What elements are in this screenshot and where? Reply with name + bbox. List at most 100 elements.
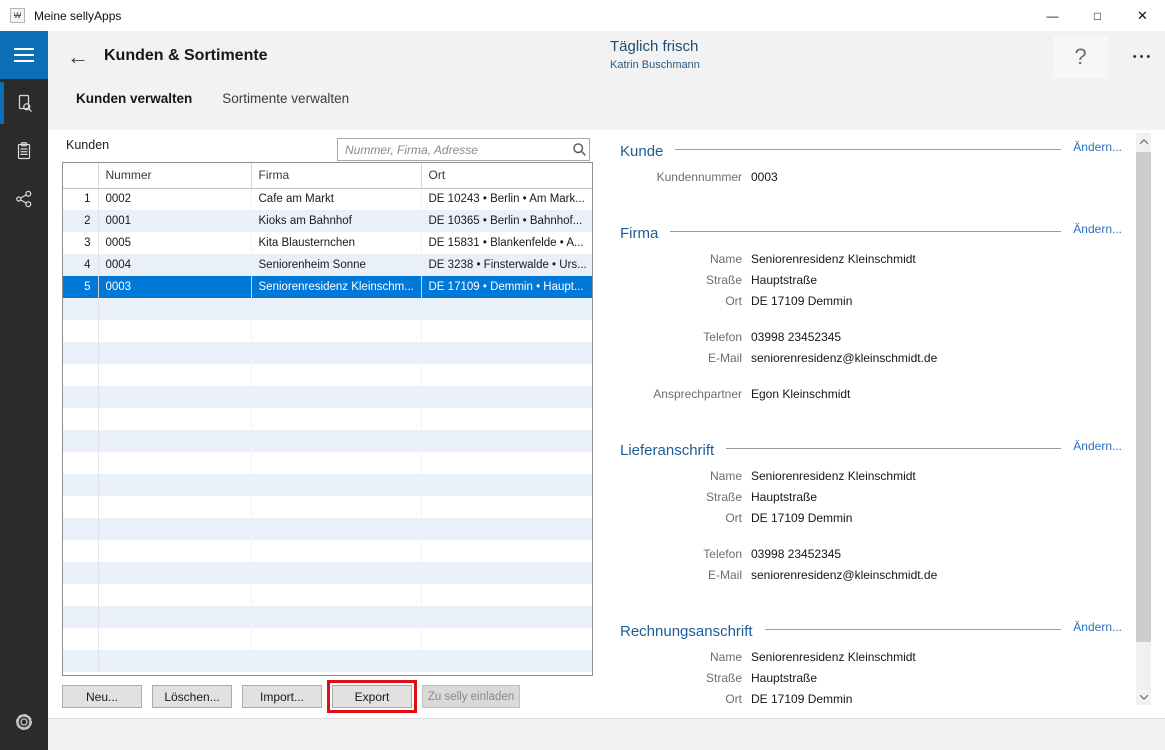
field-value: 0003: [751, 167, 778, 188]
detail-section-firma: FirmaÄndern...NameSeniorenresidenz Klein…: [620, 222, 1122, 405]
import-button[interactable]: Import...: [242, 685, 322, 708]
scrollbar-thumb[interactable]: [1136, 152, 1151, 642]
field-value: DE 17109 Demmin: [751, 291, 852, 312]
detail-row: AnsprechpartnerEgon Kleinschmidt: [620, 384, 1122, 405]
detail-row: StraßeHauptstraße: [620, 270, 1122, 291]
menu-button[interactable]: [0, 31, 48, 79]
chevron-down-icon: [1139, 691, 1147, 699]
field-value: seniorenresidenz@kleinschmidt.de: [751, 565, 937, 586]
footer-bar: [48, 718, 1165, 750]
question-mark-icon: ?: [1074, 44, 1086, 70]
invite-button: Zu selly einladen: [422, 685, 520, 708]
app-header: ← Kunden & Sortimente Täglich frisch Kat…: [48, 31, 1165, 130]
cell-ort: DE 17109 • Demmin • Haupt...: [421, 276, 592, 298]
table-row[interactable]: 10002Cafe am MarktDE 10243 • Berlin • Am…: [63, 188, 592, 210]
search-input[interactable]: [338, 143, 569, 157]
aendern-link-rechnungsanschrift[interactable]: Ändern...: [1073, 620, 1122, 635]
customers-icon: [13, 92, 35, 114]
aendern-link-lieferanschrift[interactable]: Ändern...: [1073, 439, 1122, 454]
more-button[interactable]: •••: [1126, 36, 1160, 78]
new-button[interactable]: Neu...: [62, 685, 142, 708]
field-value: Hauptstraße: [751, 270, 817, 291]
row-index: 3: [63, 232, 98, 254]
row-index: 5: [63, 276, 98, 298]
table-empty-row: [63, 650, 592, 672]
detail-row: OrtDE 17109 Demmin: [620, 689, 1122, 710]
clipboard-icon: [13, 140, 35, 162]
table-row[interactable]: 20001Kioks am BahnhofDE 10365 • Berlin •…: [63, 210, 592, 232]
account-info[interactable]: Täglich frisch Katrin Buschmann: [610, 38, 700, 71]
field-value: 03998 23452345: [751, 327, 841, 348]
field-value: DE 17109 Demmin: [751, 689, 852, 710]
detail-panel: Kunde Ändern... Kundennummer 0003 FirmaÄnder…: [620, 140, 1122, 718]
cell-firma: Kita Blausternchen: [251, 232, 421, 254]
cell-ort: DE 10365 • Berlin • Bahnhof...: [421, 210, 592, 232]
back-button[interactable]: ←: [64, 43, 92, 71]
aendern-link-kunde[interactable]: Ändern...: [1073, 140, 1122, 155]
detail-row: NameSeniorenresidenz Kleinschmidt: [620, 466, 1122, 487]
delete-button[interactable]: Löschen...: [152, 685, 232, 708]
cell-nummer: 0003: [98, 276, 251, 298]
tab-kunden-verwalten[interactable]: Kunden verwalten: [76, 91, 192, 106]
table-empty-row: [63, 518, 592, 540]
help-button[interactable]: ?: [1053, 36, 1108, 78]
cell-nummer: 0001: [98, 210, 251, 232]
settings-button[interactable]: [0, 698, 48, 746]
section-title: Rechnungsanschrift: [620, 621, 753, 642]
detail-scrollbar[interactable]: [1136, 133, 1151, 705]
detail-row: NameSeniorenresidenz Kleinschmidt: [620, 249, 1122, 270]
content-area: Kunden Nummer Firma Ort: [48, 130, 1165, 718]
table-actions: Neu... Löschen... Import... Export Zu selly …: [62, 685, 520, 708]
col-firma[interactable]: Firma: [251, 163, 421, 188]
main-area: ← Kunden & Sortimente Täglich frisch Kat…: [48, 31, 1165, 750]
sidebar-item-share[interactable]: [0, 175, 48, 223]
customer-search: [337, 138, 590, 161]
sidebar-item-customers[interactable]: [0, 79, 48, 127]
account-name: Täglich frisch: [610, 38, 700, 55]
table-empty-row: [63, 496, 592, 518]
field-label: Telefon: [620, 327, 742, 348]
field-value: Seniorenresidenz Kleinschmidt: [751, 647, 916, 668]
field-label: Ort: [620, 291, 742, 312]
col-rownum[interactable]: [63, 163, 98, 188]
col-nummer[interactable]: Nummer: [98, 163, 251, 188]
field-value: Seniorenresidenz Kleinschmidt: [751, 466, 916, 487]
section-divider: [670, 231, 1061, 232]
close-button[interactable]: ✕: [1120, 0, 1165, 31]
page-title: Kunden & Sortimente: [104, 47, 268, 65]
field-label: Telefon: [620, 544, 742, 565]
aendern-link-firma[interactable]: Ändern...: [1073, 222, 1122, 237]
scroll-up-button[interactable]: [1136, 133, 1151, 150]
col-ort[interactable]: Ort: [421, 163, 592, 188]
table-row-selected[interactable]: 50003Seniorenresidenz Kleinschm...DE 171…: [63, 276, 592, 298]
field-value: 03998 23452345: [751, 544, 841, 565]
table-row[interactable]: 40004Seniorenheim SonneDE 3238 • Finster…: [63, 254, 592, 276]
section-title: Lieferanschrift: [620, 440, 714, 461]
table-empty-row: [63, 474, 592, 496]
table-empty-row: [63, 562, 592, 584]
gear-icon: [13, 711, 35, 733]
export-button[interactable]: Export: [332, 685, 412, 708]
table-empty-row: [63, 452, 592, 474]
minimize-button[interactable]: —: [1030, 0, 1075, 31]
section-divider: [675, 149, 1061, 150]
field-value: Hauptstraße: [751, 668, 817, 689]
cell-nummer: 0005: [98, 232, 251, 254]
sidebar-item-lists[interactable]: [0, 127, 48, 175]
field-label: Kundennummer: [620, 167, 742, 188]
row-index: 1: [63, 188, 98, 210]
search-icon[interactable]: [569, 142, 589, 157]
tab-sortimente-verwalten[interactable]: Sortimente verwalten: [222, 91, 349, 106]
cell-firma: Cafe am Markt: [251, 188, 421, 210]
detail-row: OrtDE 17109 Demmin: [620, 508, 1122, 529]
table-header-row: Nummer Firma Ort: [63, 163, 592, 188]
customer-table: Nummer Firma Ort 10002Cafe am MarktDE 10…: [62, 162, 593, 676]
scroll-down-button[interactable]: [1136, 688, 1151, 705]
detail-row: StraßeHauptstraße: [620, 487, 1122, 508]
field-value: DE 17109 Demmin: [751, 508, 852, 529]
maximize-button[interactable]: □: [1075, 0, 1120, 31]
field-label: Ansprechpartner: [620, 384, 742, 405]
section-title: Kunde: [620, 141, 663, 162]
table-row[interactable]: 30005Kita BlausternchenDE 15831 • Blanke…: [63, 232, 592, 254]
cell-firma: Kioks am Bahnhof: [251, 210, 421, 232]
